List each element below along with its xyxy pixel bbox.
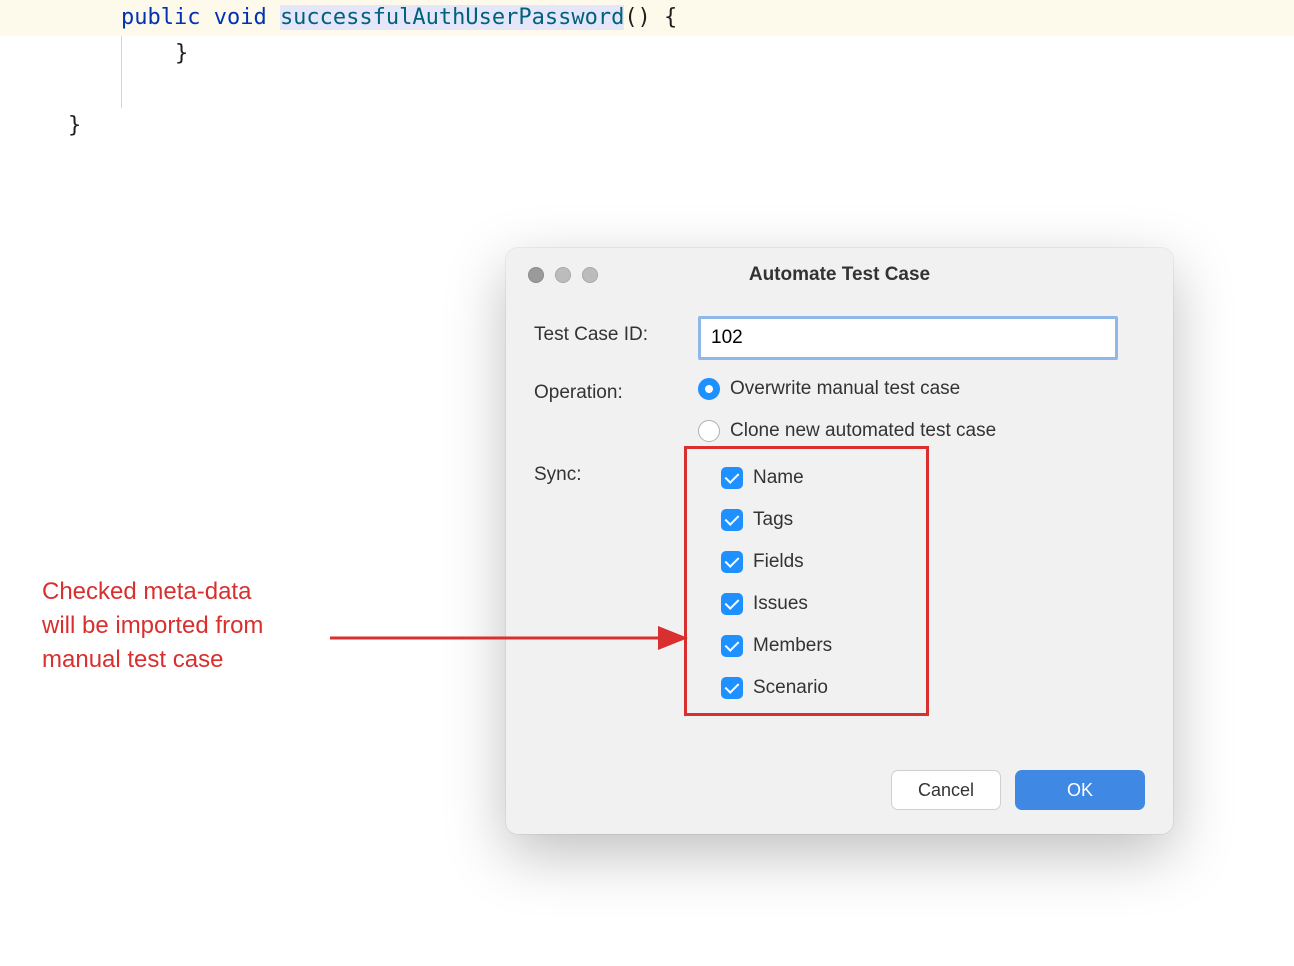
code-editor[interactable]: public void successfulAuthUserPassword()… <box>0 0 1294 144</box>
code-line[interactable] <box>0 72 1294 108</box>
annotation-text: Checked meta-data will be imported from … <box>42 575 263 677</box>
code-brace-close: } <box>175 41 188 66</box>
sync-row: Sync: Name Tags Field <box>534 456 1145 716</box>
checkbox-label: Members <box>753 635 832 657</box>
radio-clone-automated[interactable]: Clone new automated test case <box>698 420 1145 442</box>
test-case-id-label: Test Case ID: <box>534 316 698 346</box>
operation-row: Operation: Overwrite manual test case Cl… <box>534 374 1145 442</box>
radio-overwrite-manual[interactable]: Overwrite manual test case <box>698 378 1145 400</box>
checkbox-icon <box>721 593 743 615</box>
radio-label: Overwrite manual test case <box>730 378 960 400</box>
maximize-icon[interactable] <box>582 267 598 283</box>
dialog-titlebar: Automate Test Case <box>506 248 1173 302</box>
checkbox-icon <box>721 509 743 531</box>
method-name: successfulAuthUserPassword <box>280 5 624 30</box>
code-line[interactable]: public void successfulAuthUserPassword()… <box>0 0 1294 36</box>
checkbox-label: Fields <box>753 551 804 573</box>
dialog-footer: Cancel OK <box>506 750 1173 834</box>
code-parens: () <box>624 5 651 30</box>
dialog-body: Test Case ID: Operation: Overwrite manua… <box>506 302 1173 750</box>
window-controls <box>528 267 598 283</box>
cancel-button[interactable]: Cancel <box>891 770 1001 810</box>
dialog-title: Automate Test Case <box>526 264 1153 286</box>
checkbox-issues[interactable]: Issues <box>721 593 896 615</box>
code-brace-open: { <box>651 5 678 30</box>
operation-label: Operation: <box>534 374 698 404</box>
keyword-public: public <box>121 5 200 30</box>
checkbox-label: Name <box>753 467 804 489</box>
checkbox-icon <box>721 677 743 699</box>
code-brace-close: } <box>68 113 81 138</box>
automate-test-case-dialog: Automate Test Case Test Case ID: Operati… <box>506 248 1173 834</box>
minimize-icon[interactable] <box>555 267 571 283</box>
checkbox-label: Issues <box>753 593 808 615</box>
test-case-id-row: Test Case ID: <box>534 316 1145 360</box>
close-icon[interactable] <box>528 267 544 283</box>
checkbox-fields[interactable]: Fields <box>721 551 896 573</box>
checkbox-icon <box>721 635 743 657</box>
radio-label: Clone new automated test case <box>730 420 996 442</box>
checkbox-icon <box>721 551 743 573</box>
code-line[interactable]: } <box>0 36 1294 72</box>
checkbox-members[interactable]: Members <box>721 635 896 657</box>
checkbox-scenario[interactable]: Scenario <box>721 677 896 699</box>
radio-button-icon <box>698 378 720 400</box>
sync-highlight-box: Name Tags Fields Issues <box>684 446 929 716</box>
checkbox-label: Scenario <box>753 677 828 699</box>
sync-label: Sync: <box>534 456 698 486</box>
test-case-id-input[interactable] <box>698 316 1118 360</box>
checkbox-tags[interactable]: Tags <box>721 509 896 531</box>
radio-button-icon <box>698 420 720 442</box>
checkbox-name[interactable]: Name <box>721 467 896 489</box>
code-line[interactable]: } <box>0 108 1294 144</box>
checkbox-label: Tags <box>753 509 793 531</box>
ok-button[interactable]: OK <box>1015 770 1145 810</box>
keyword-void: void <box>214 5 267 30</box>
checkbox-icon <box>721 467 743 489</box>
